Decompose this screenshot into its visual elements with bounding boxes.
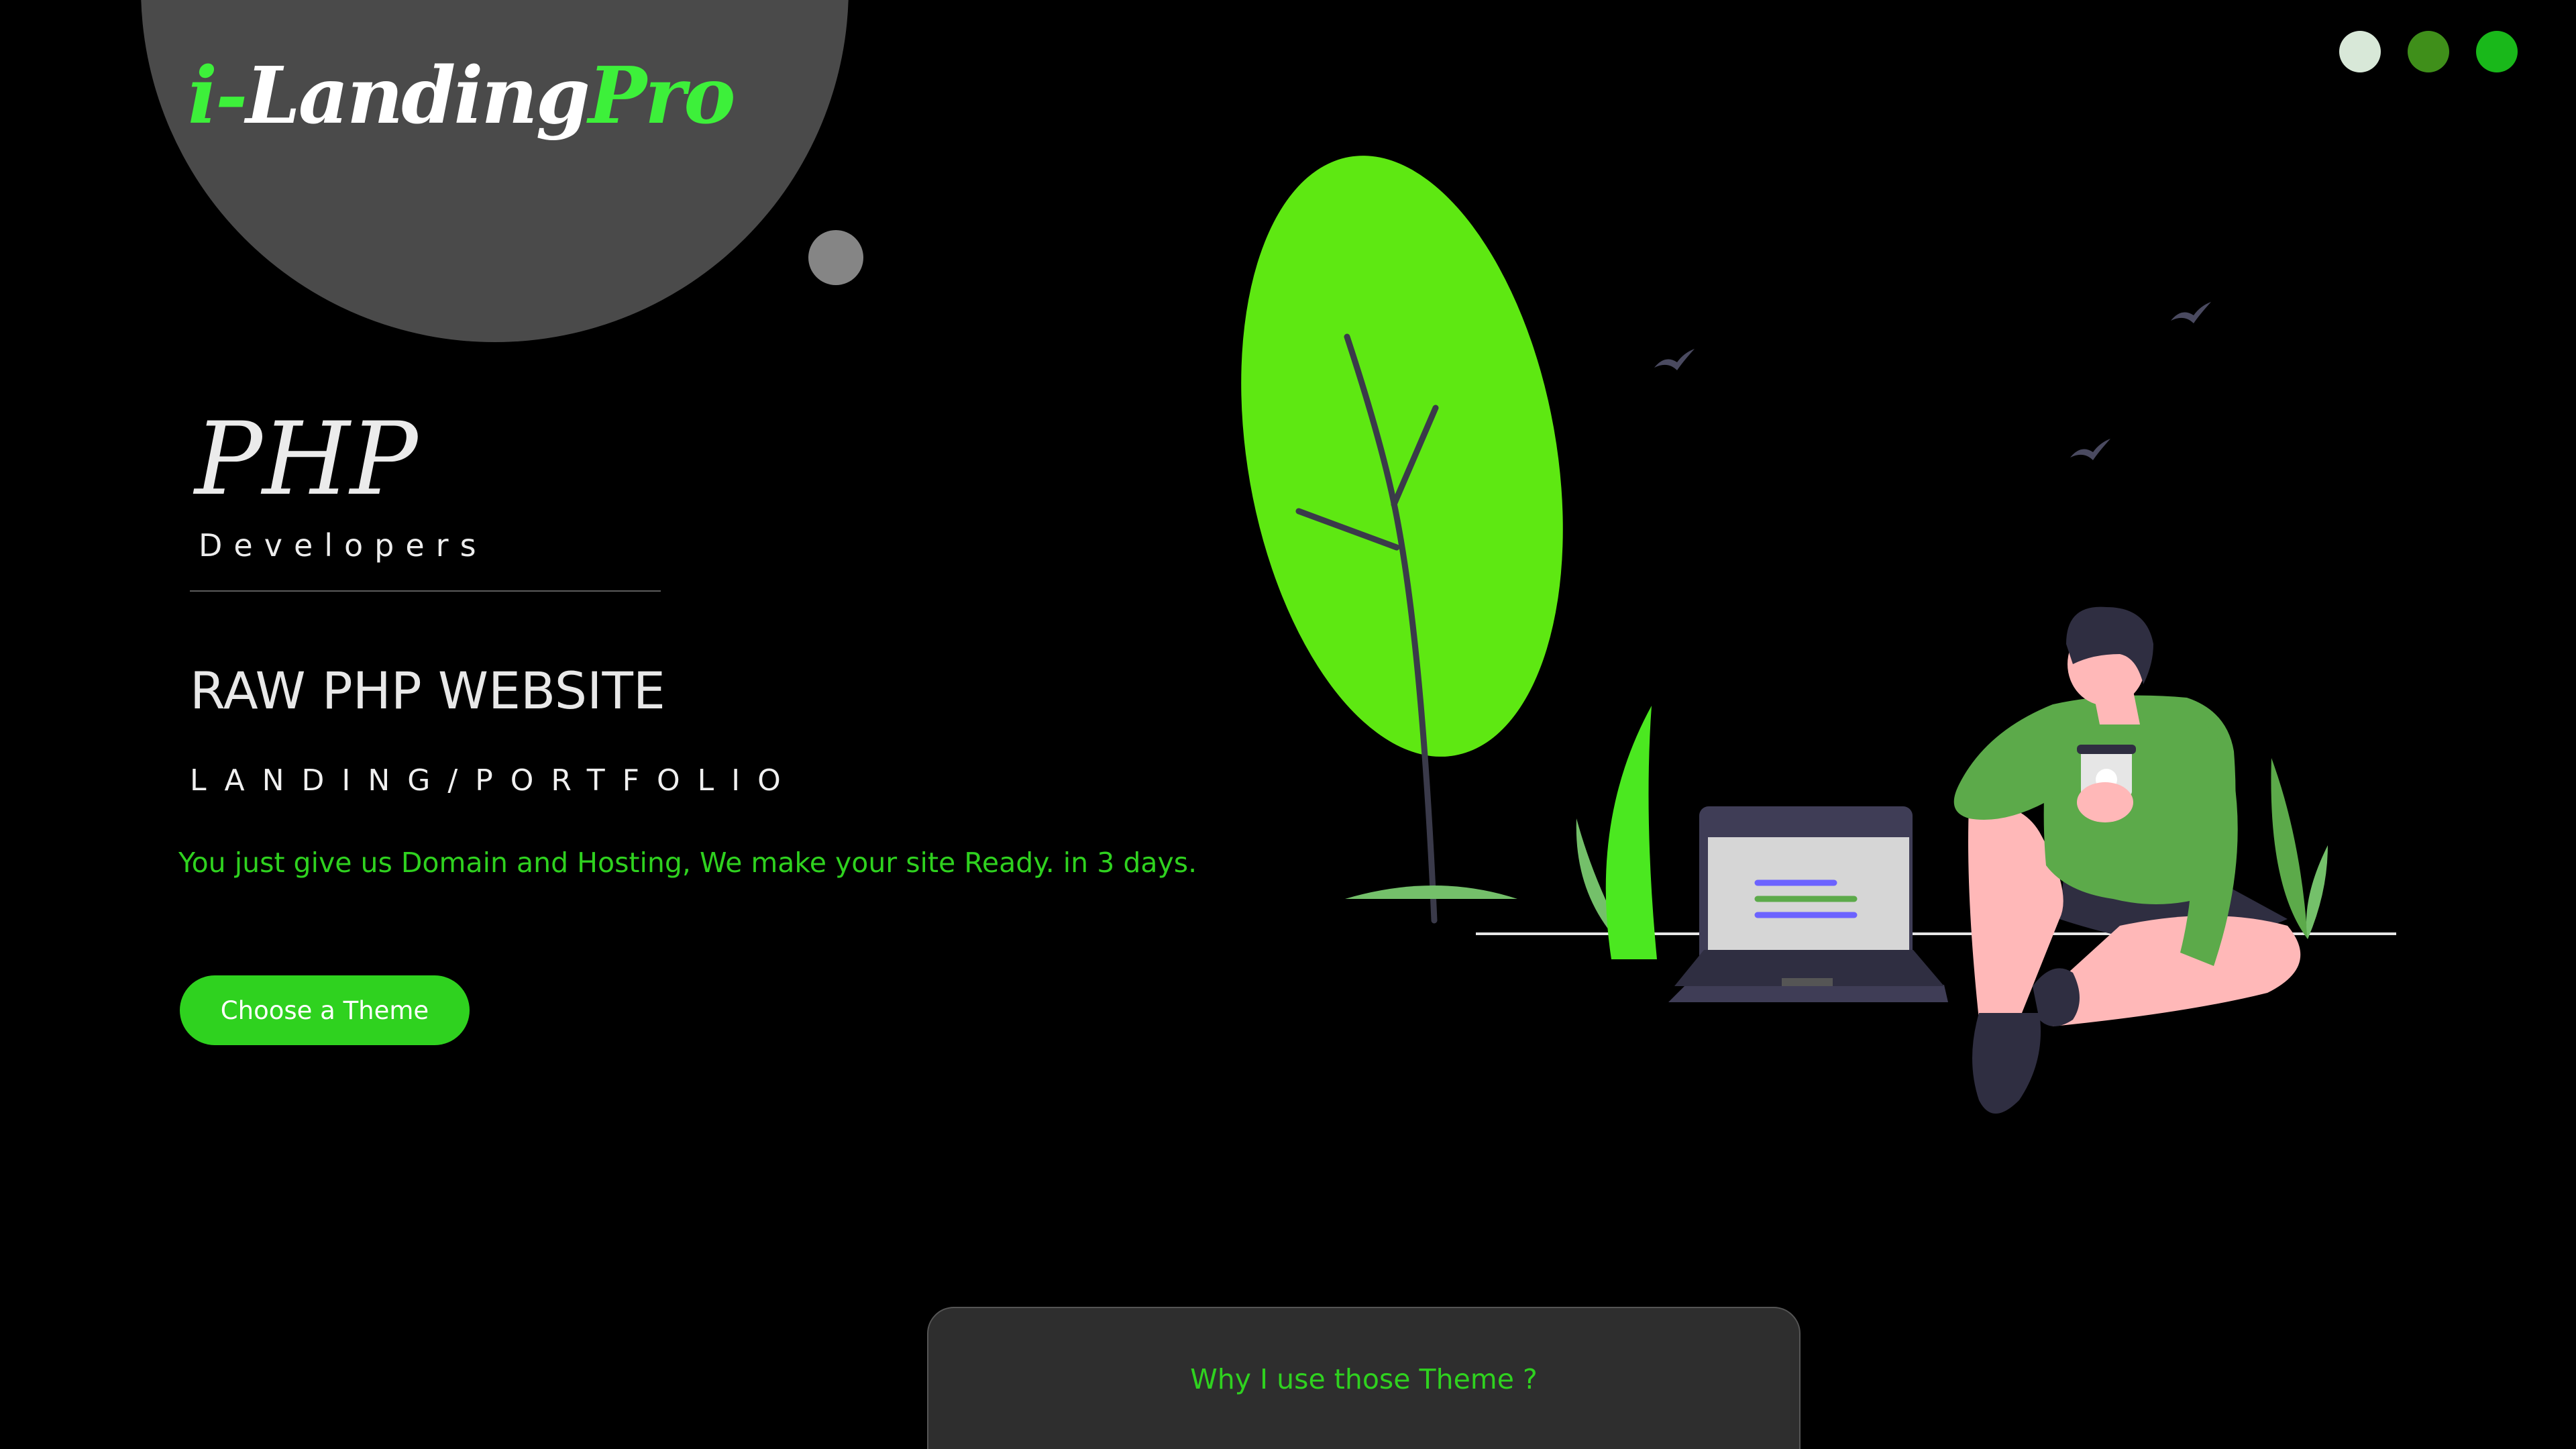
grass-icon bbox=[2271, 758, 2328, 939]
logo-suffix: Pro bbox=[588, 50, 736, 142]
logo-prefix: i- bbox=[188, 50, 248, 142]
logo-main: Landing bbox=[246, 50, 590, 142]
hero-tagline: You just give us Domain and Hosting, We … bbox=[178, 847, 1197, 879]
theme-dot-light[interactable] bbox=[2339, 31, 2381, 72]
site-logo[interactable]: i-LandingPro bbox=[188, 57, 736, 135]
hero-subtitle: Developers bbox=[199, 527, 488, 564]
why-theme-card: Why I use those Theme ? bbox=[927, 1307, 1801, 1449]
person-with-coffee-icon bbox=[1953, 606, 2301, 1114]
hero-title: PHP bbox=[195, 401, 418, 518]
leaf-tree-icon bbox=[1241, 156, 1563, 924]
hero-subheading: LANDING/PORTFOLIO bbox=[190, 763, 798, 798]
theme-dot-olive[interactable] bbox=[2408, 31, 2449, 72]
hero-heading: RAW PHP WEBSITE bbox=[190, 661, 665, 720]
laptop-icon bbox=[1668, 806, 1948, 1002]
hero-divider bbox=[190, 590, 661, 592]
why-theme-title: Why I use those Theme ? bbox=[1190, 1363, 1538, 1395]
bird-icon bbox=[1654, 302, 2211, 460]
hero-illustration bbox=[1241, 156, 2396, 1114]
grass-icon bbox=[1576, 706, 1657, 959]
choose-theme-button[interactable]: Choose a Theme bbox=[180, 975, 470, 1045]
decorative-dot bbox=[808, 230, 863, 285]
theme-dot-green[interactable] bbox=[2476, 31, 2518, 72]
